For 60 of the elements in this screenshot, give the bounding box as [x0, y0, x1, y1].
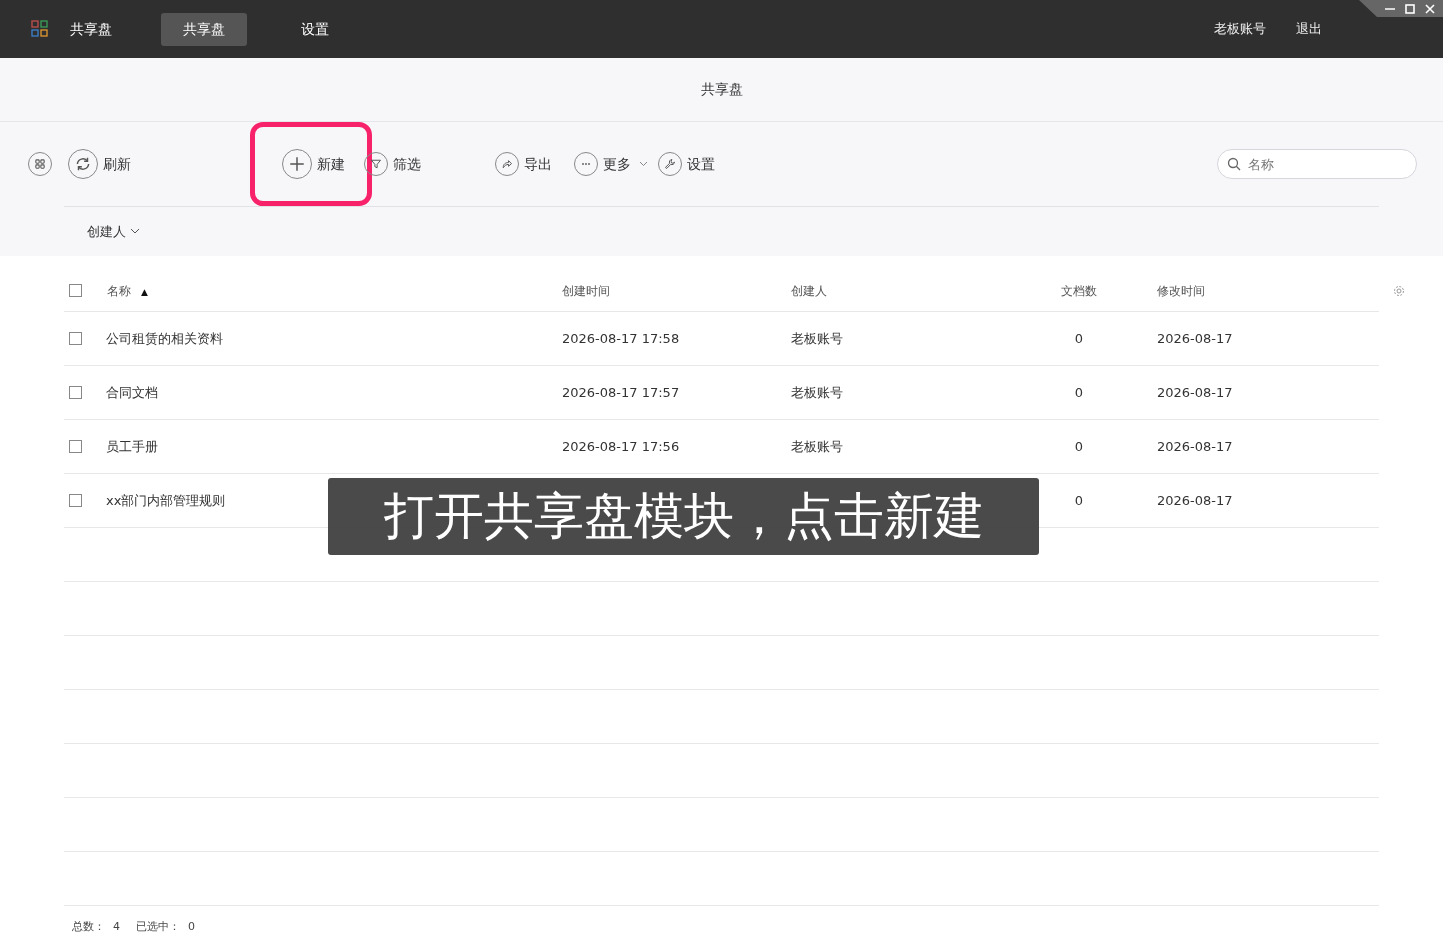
table-cell: 2026-08-17	[1157, 492, 1233, 508]
plus-icon	[288, 155, 306, 173]
table-cell: 0	[1074, 384, 1084, 400]
row-checkbox[interactable]	[69, 332, 82, 345]
page-title: 共享盘	[700, 80, 743, 99]
sort-ascending-icon[interactable]: ▲	[141, 286, 148, 297]
chevron-down-icon	[130, 228, 140, 235]
table-cell: 2026-08-17	[1157, 330, 1233, 346]
select-all-checkbox[interactable]	[69, 284, 82, 297]
table-cell: 老板账号	[791, 384, 843, 400]
column-header[interactable]: 修改时间	[1157, 283, 1205, 298]
account-link[interactable]: 老板账号	[1208, 18, 1272, 40]
table-cell: 0	[1074, 492, 1084, 508]
table-cell: xx部门内部管理规则	[106, 492, 226, 508]
column-header[interactable]: 文档数	[1061, 283, 1097, 298]
close-icon[interactable]	[1425, 3, 1435, 14]
table-cell: 老板账号	[791, 438, 843, 454]
logout-link[interactable]: 退出	[1290, 18, 1328, 40]
selected-count: 0	[188, 919, 195, 936]
table-cell: 2026-08-17 17:56	[562, 438, 680, 454]
grid-icon	[35, 158, 45, 170]
total-label: 总数：	[72, 919, 105, 936]
table-cell: 公司租赁的相关资料	[106, 330, 223, 346]
filter-icon	[370, 158, 382, 170]
table-cell: 0	[1074, 330, 1084, 346]
app-name: 共享盘	[70, 19, 112, 39]
selected-label: 已选中：	[136, 919, 180, 936]
toolbar-button[interactable]: 筛选	[364, 152, 421, 176]
wrench-icon	[664, 158, 676, 170]
column-header[interactable]: 创建人	[791, 283, 827, 298]
caption-overlay: 打开共享盘模块，点击新建	[328, 478, 1039, 555]
maximize-icon[interactable]	[1405, 3, 1415, 14]
caret-icon	[639, 161, 648, 167]
table-cell: 员工手册	[106, 438, 158, 454]
share-icon	[501, 158, 513, 170]
filter-dropdown[interactable]: 创建人	[87, 221, 140, 242]
toolbar-button[interactable]: 刷新	[68, 149, 131, 179]
table-cell: 合同文档	[106, 384, 158, 400]
row-checkbox[interactable]	[69, 494, 82, 507]
toolbar-button[interactable]: 更多	[574, 152, 648, 176]
nav-tab[interactable]: 共享盘	[161, 12, 247, 46]
table-cell: 2026-08-17	[1157, 384, 1233, 400]
search-field[interactable]: 名称	[1217, 149, 1417, 179]
refresh-icon	[74, 155, 92, 173]
total-count: 4	[113, 919, 120, 936]
app-grid-icon	[31, 20, 49, 38]
toolbar-button[interactable]: 新建	[255, 127, 367, 201]
row-checkbox[interactable]	[69, 440, 82, 453]
table-cell: 2026-08-17 17:58	[562, 330, 680, 346]
table-cell: 0	[1074, 438, 1084, 454]
nav-tab[interactable]: 设置	[279, 12, 351, 46]
toolbar-button[interactable]: 导出	[495, 152, 552, 176]
table-cell: 2026-08-17 17:57	[562, 384, 680, 400]
table-cell: 老板账号	[791, 330, 843, 346]
table-cell: 2026-08-17	[1157, 438, 1233, 454]
toolbar-button[interactable]: 设置	[658, 152, 715, 176]
column-header[interactable]: 名称	[107, 283, 131, 298]
row-checkbox[interactable]	[69, 386, 82, 399]
column-header[interactable]: 创建时间	[562, 283, 610, 298]
settings-icon[interactable]	[1393, 285, 1405, 297]
